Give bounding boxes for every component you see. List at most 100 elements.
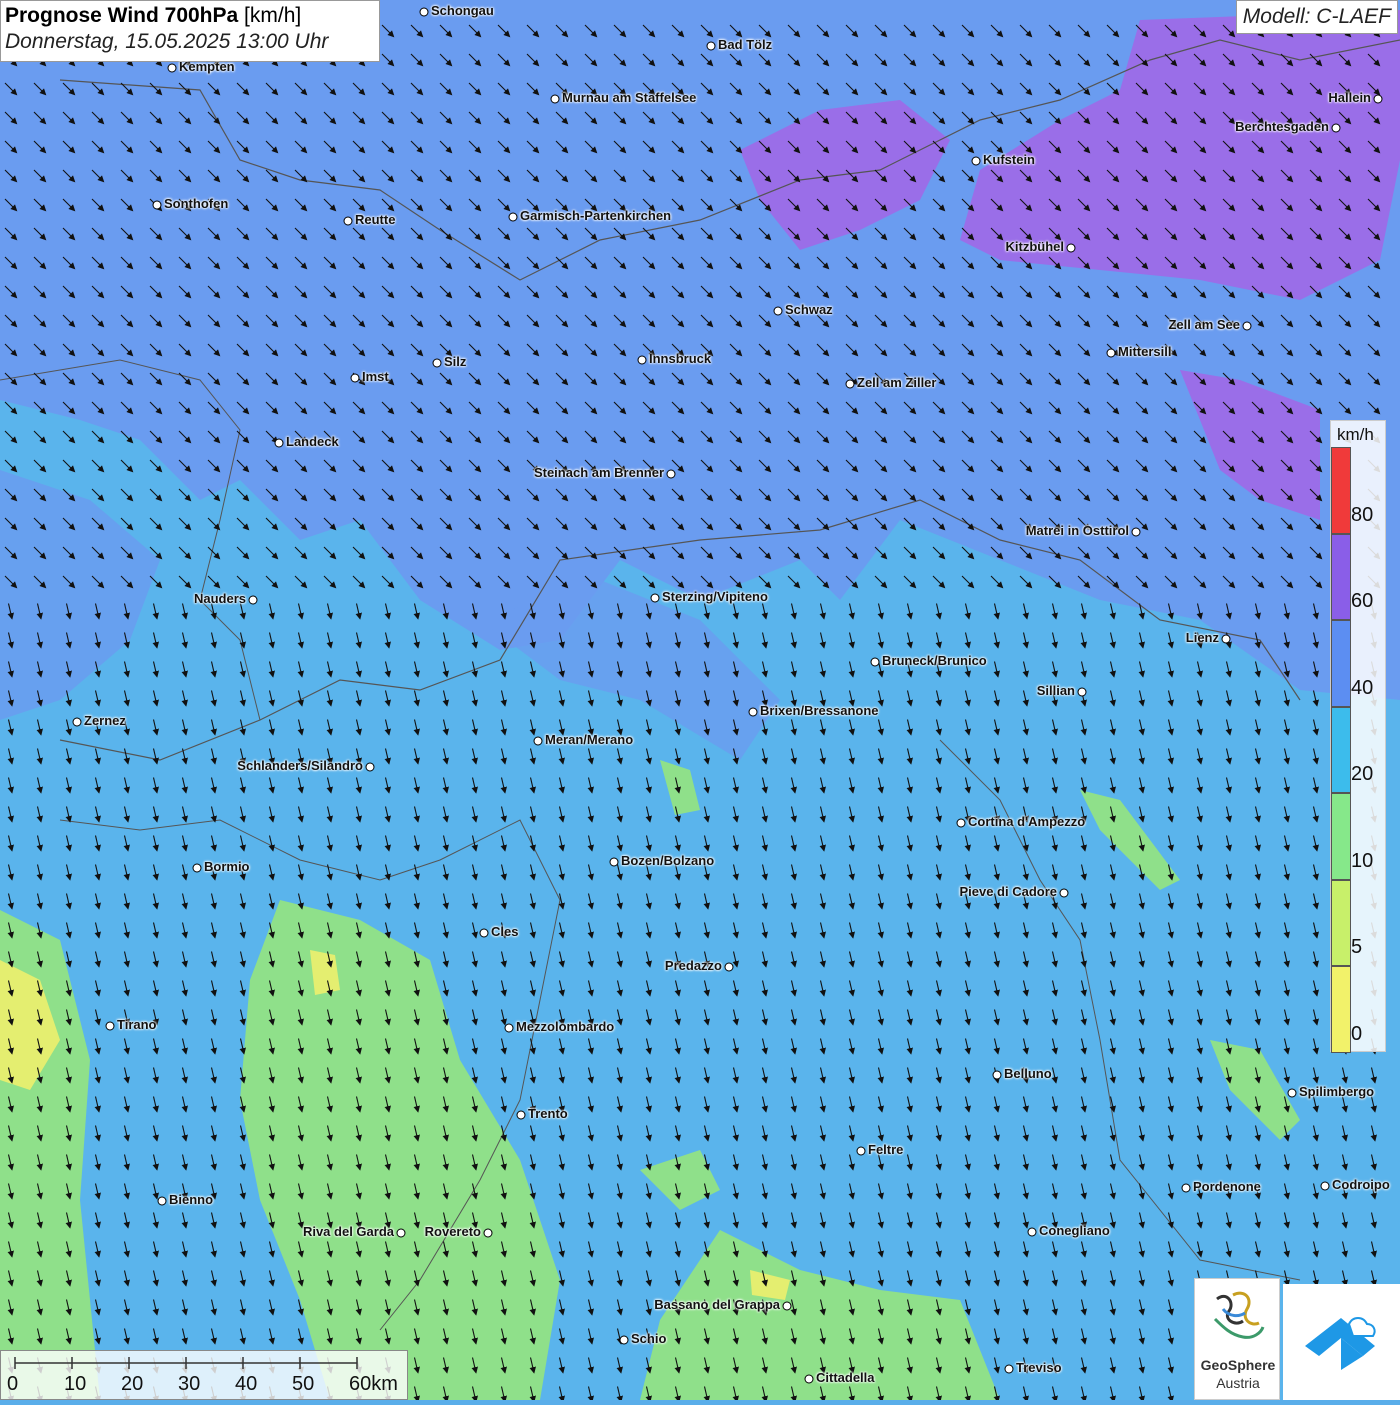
city-marker[interactable]	[637, 355, 647, 365]
city-label[interactable]: Meran/Merano	[545, 732, 633, 747]
city-label[interactable]: Nauders	[194, 591, 246, 606]
app-logo[interactable]	[1283, 1284, 1400, 1400]
city-label[interactable]: Feltre	[868, 1142, 903, 1157]
city-marker[interactable]	[1059, 888, 1069, 898]
city-marker[interactable]	[365, 762, 375, 772]
city-label[interactable]: Matrei in Osttirol	[1026, 523, 1129, 538]
city-label[interactable]: Sonthofen	[164, 196, 228, 211]
city-label[interactable]: Bruneck/Brunico	[882, 653, 987, 668]
city-label[interactable]: Kitzbühel	[1006, 239, 1065, 254]
city-marker[interactable]	[396, 1228, 406, 1238]
city-label[interactable]: Hallein	[1328, 90, 1371, 105]
city-marker[interactable]	[248, 595, 258, 605]
city-label[interactable]: Riva del Garda	[303, 1224, 394, 1239]
city-marker[interactable]	[870, 657, 880, 667]
city-label[interactable]: Bassano del Grappa	[654, 1297, 780, 1312]
city-marker[interactable]	[533, 736, 543, 746]
city-label[interactable]: Belluno	[1004, 1066, 1052, 1081]
city-label[interactable]: Imst	[362, 369, 389, 384]
city-label[interactable]: Brixen/Bressanone	[760, 703, 879, 718]
city-marker[interactable]	[1027, 1227, 1037, 1237]
city-marker[interactable]	[1373, 94, 1383, 104]
city-marker[interactable]	[343, 216, 353, 226]
city-label[interactable]: Cles	[491, 924, 518, 939]
city-label[interactable]: Bienno	[169, 1192, 213, 1207]
city-marker[interactable]	[1131, 527, 1141, 537]
city-label[interactable]: Schwaz	[785, 302, 833, 317]
city-label[interactable]: Bad Tölz	[718, 37, 772, 52]
city-label[interactable]: Bormio	[204, 859, 250, 874]
city-label[interactable]: Cittadella	[816, 1370, 875, 1385]
city-marker[interactable]	[72, 717, 82, 727]
city-label[interactable]: Predazzo	[665, 958, 722, 973]
city-marker[interactable]	[748, 707, 758, 717]
city-marker[interactable]	[782, 1301, 792, 1311]
city-marker[interactable]	[1242, 321, 1252, 331]
city-marker[interactable]	[479, 928, 489, 938]
city-marker[interactable]	[419, 7, 429, 17]
city-label[interactable]: Bozen/Bolzano	[621, 853, 714, 868]
city-label[interactable]: Kempten	[179, 59, 235, 74]
city-label[interactable]: Kufstein	[983, 152, 1035, 167]
city-marker[interactable]	[773, 306, 783, 316]
city-marker[interactable]	[152, 200, 162, 210]
city-marker[interactable]	[845, 379, 855, 389]
city-label[interactable]: Innsbruck	[649, 351, 711, 366]
city-marker[interactable]	[1320, 1181, 1330, 1191]
city-label[interactable]: Berchtesgaden	[1235, 119, 1329, 134]
city-marker[interactable]	[1181, 1183, 1191, 1193]
city-label[interactable]: Sterzing/Vipiteno	[662, 589, 768, 604]
city-marker[interactable]	[609, 857, 619, 867]
city-marker[interactable]	[1287, 1088, 1297, 1098]
city-label[interactable]: Schongau	[431, 3, 494, 18]
city-marker[interactable]	[650, 593, 660, 603]
city-label[interactable]: Sillian	[1037, 683, 1075, 698]
city-marker[interactable]	[992, 1070, 1002, 1080]
city-label[interactable]: Spilimbergo	[1299, 1084, 1374, 1099]
city-label[interactable]: Silz	[444, 354, 466, 369]
city-label[interactable]: Zernez	[84, 713, 126, 728]
city-label[interactable]: Zell am See	[1168, 317, 1240, 332]
city-marker[interactable]	[724, 962, 734, 972]
city-marker[interactable]	[1106, 348, 1116, 358]
city-label[interactable]: Reutte	[355, 212, 395, 227]
city-label[interactable]: Lienz	[1186, 630, 1219, 645]
city-label[interactable]: Rovereto	[425, 1224, 481, 1239]
city-label[interactable]: Mezzolombardo	[516, 1019, 614, 1034]
city-marker[interactable]	[432, 358, 442, 368]
city-marker[interactable]	[483, 1228, 493, 1238]
city-marker[interactable]	[1066, 243, 1076, 253]
city-marker[interactable]	[1004, 1364, 1014, 1374]
city-label[interactable]: Schio	[631, 1331, 666, 1346]
city-label[interactable]: Landeck	[286, 434, 339, 449]
city-label[interactable]: Cortina d'Ampezzo	[968, 814, 1085, 829]
city-marker[interactable]	[1077, 687, 1087, 697]
city-label[interactable]: Pordenone	[1193, 1179, 1261, 1194]
city-marker[interactable]	[167, 63, 177, 73]
city-label[interactable]: Schlanders/Silandro	[237, 758, 363, 773]
city-marker[interactable]	[504, 1023, 514, 1033]
city-label[interactable]: Pieve di Cadore	[959, 884, 1057, 899]
city-marker[interactable]	[619, 1335, 629, 1345]
city-label[interactable]: Treviso	[1016, 1360, 1062, 1375]
city-label[interactable]: Tirano	[117, 1017, 157, 1032]
geosphere-logo[interactable]: GeoSphere Austria	[1194, 1278, 1280, 1400]
city-marker[interactable]	[1221, 634, 1231, 644]
city-marker[interactable]	[274, 438, 284, 448]
city-marker[interactable]	[516, 1110, 526, 1120]
city-label[interactable]: Trento	[528, 1106, 568, 1121]
city-marker[interactable]	[706, 41, 716, 51]
city-marker[interactable]	[192, 863, 202, 873]
city-marker[interactable]	[971, 156, 981, 166]
city-label[interactable]: Zell am Ziller	[857, 375, 936, 390]
city-marker[interactable]	[550, 94, 560, 104]
city-label[interactable]: Codroipo	[1332, 1177, 1390, 1192]
city-marker[interactable]	[508, 212, 518, 222]
city-label[interactable]: Mittersill	[1118, 344, 1171, 359]
city-marker[interactable]	[350, 373, 360, 383]
city-marker[interactable]	[804, 1374, 814, 1384]
city-label[interactable]: Murnau am Staffelsee	[562, 90, 696, 105]
city-marker[interactable]	[956, 818, 966, 828]
city-marker[interactable]	[1331, 123, 1341, 133]
city-label[interactable]: Garmisch-Partenkirchen	[520, 208, 671, 223]
